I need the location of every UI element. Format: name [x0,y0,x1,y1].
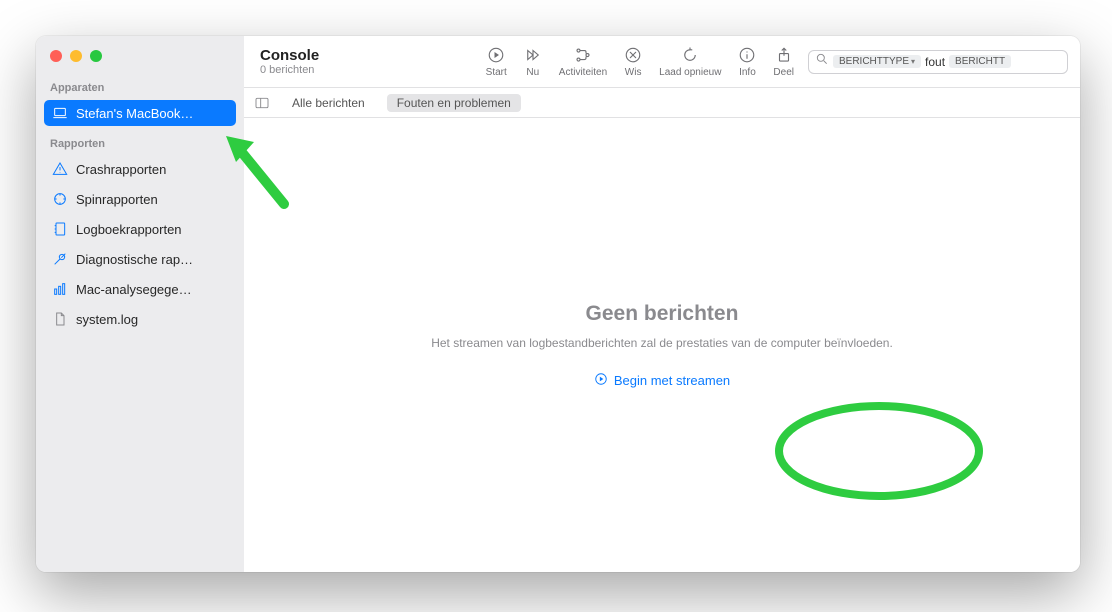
sidebar-item-label: system.log [76,312,138,327]
sidebar-device-item[interactable]: Stefan's MacBook… [44,100,236,126]
laptop-icon [52,105,68,121]
sidebar-item-log-reports[interactable]: Logboekrapporten [44,216,236,242]
spinner-icon [52,191,68,207]
chevron-down-icon: ▾ [911,57,915,66]
sidebar-item-diagnostic-reports[interactable]: Diagnostische rap… [44,246,236,272]
sidebar-item-label: Crashrapporten [76,162,166,177]
info-button[interactable]: Info [737,45,757,78]
sidebar-toggle-icon[interactable] [254,95,270,111]
sidebar-item-label: Mac-analysegege… [76,282,192,297]
sidebar-item-system-log[interactable]: system.log [44,306,236,332]
sidebar-item-label: Logboekrapporten [76,222,182,237]
search-filter-token[interactable]: BERICHTTYPE ▾ [833,55,921,68]
search-query-text: fout [925,55,945,69]
sidebar-item-spin-reports[interactable]: Spinrapporten [44,186,236,212]
play-circle-icon [486,45,506,65]
annotation-ellipse [769,396,989,506]
empty-state-title: Geen berichten [586,302,739,326]
window-controls [36,36,244,72]
main-area: Console 0 berichten Start Nu Activiteite… [244,36,1080,572]
title-block: Console 0 berichten [256,47,386,76]
warning-triangle-icon [52,161,68,177]
play-circle-icon [594,372,608,389]
sidebar-section-devices: Apparaten [36,72,244,98]
bar-chart-icon [52,281,68,297]
share-icon [774,45,794,65]
clear-button[interactable]: Wis [623,45,643,78]
share-button[interactable]: Deel [773,45,794,78]
fast-forward-icon [523,45,543,65]
content-empty-state: Geen berichten Het streamen van logbesta… [244,118,1080,572]
tools-icon [52,251,68,267]
clear-circle-icon [623,45,643,65]
sidebar-item-label: Stefan's MacBook… [76,106,193,121]
search-field[interactable]: BERICHTTYPE ▾ fout BERICHTT [808,50,1068,74]
sidebar: Apparaten Stefan's MacBook… Rapporten Cr… [36,36,244,572]
start-button[interactable]: Start [486,45,507,78]
now-button[interactable]: Nu [523,45,543,78]
branch-icon [573,45,593,65]
search-trailing-token[interactable]: BERICHTT [949,55,1011,68]
zoom-window-button[interactable] [90,50,102,62]
sidebar-section-reports: Rapporten [36,128,244,154]
app-title: Console [260,47,386,64]
sidebar-item-label: Diagnostische rap… [76,252,193,267]
notebook-icon [52,221,68,237]
info-circle-icon [737,45,757,65]
reload-button[interactable]: Laad opnieuw [659,45,721,78]
app-window: Apparaten Stefan's MacBook… Rapporten Cr… [36,36,1080,572]
begin-streaming-button[interactable]: Begin met streamen [594,372,730,389]
stream-button-label: Begin met streamen [614,373,730,388]
sidebar-item-crash-reports[interactable]: Crashrapporten [44,156,236,182]
sidebar-item-label: Spinrapporten [76,192,158,207]
toolbar: Console 0 berichten Start Nu Activiteite… [244,36,1080,88]
sidebar-item-mac-analytics[interactable]: Mac-analysegege… [44,276,236,302]
empty-state-subtitle: Het streamen van logbestandberichten zal… [431,336,893,350]
activities-button[interactable]: Activiteiten [559,45,607,78]
message-count: 0 berichten [260,64,386,76]
filter-bar: Alle berichten Fouten en problemen [244,88,1080,118]
search-icon [815,52,829,71]
reload-icon [680,45,700,65]
close-window-button[interactable] [50,50,62,62]
filter-all-messages[interactable]: Alle berichten [282,94,375,112]
toolbar-buttons: Start Nu Activiteiten Wis Laad opnieuw [486,45,794,78]
minimize-window-button[interactable] [70,50,82,62]
document-icon [52,311,68,327]
filter-errors-problems[interactable]: Fouten en problemen [387,94,521,112]
